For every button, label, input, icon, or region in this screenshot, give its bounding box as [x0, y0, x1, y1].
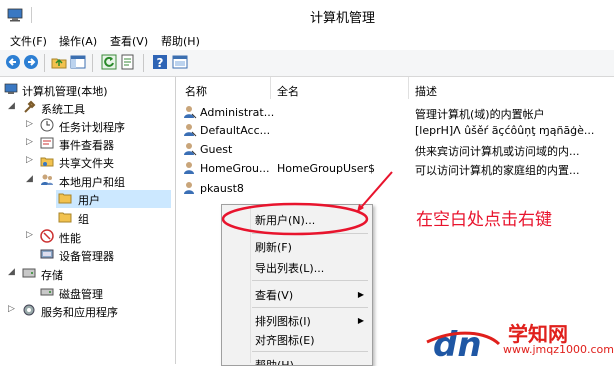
users-group-icon — [41, 174, 53, 185]
collapsed-arrow-icon[interactable]: ▷ — [26, 155, 33, 165]
menu-bar: 文件(F) 操作(A) 查看(V) 帮助(H) — [0, 30, 614, 50]
tree-label: 设备管理器 — [59, 250, 114, 263]
menu-action[interactable]: 操作(A) — [59, 33, 97, 49]
user-name: HomeGrou... — [200, 162, 270, 175]
window-title: 计算机管理 — [310, 11, 376, 26]
user-description: 管理计算机(域)的内置帐户 — [415, 108, 545, 121]
tree-label: 本地用户和组 — [59, 176, 125, 189]
user-name: Administrat... — [200, 106, 275, 119]
user-icon — [184, 143, 197, 156]
tree-label: 组 — [78, 213, 89, 226]
tree-label: 用户 — [75, 192, 103, 208]
title-bar: 计算机管理 — [0, 0, 614, 30]
user-icon — [184, 182, 194, 194]
table-row[interactable]: HomeGrou... HomeGroupUser$ 可以访问计算机的家庭组的内… — [183, 160, 613, 178]
tree-label: 性能 — [59, 232, 81, 245]
menu-separator — [252, 233, 368, 234]
user-icon — [184, 106, 197, 119]
toolbar-separator — [44, 54, 45, 72]
disk-icon — [40, 288, 54, 296]
submenu-arrow-icon: ▶ — [357, 316, 364, 325]
column-header-description[interactable]: 描述 — [415, 83, 437, 99]
tree-label: 存储 — [41, 269, 63, 282]
tools-icon — [24, 100, 36, 113]
menu-item-arrange-icons[interactable]: 排列图标(I) — [255, 313, 311, 329]
user-name: pkaust8 — [200, 182, 244, 195]
help-icon[interactable]: ? — [152, 54, 168, 70]
tree-selection-highlight — [56, 190, 171, 208]
clock-icon — [40, 118, 54, 132]
tree-label: 事件查看器 — [59, 139, 114, 152]
collapsed-arrow-icon[interactable]: ▷ — [26, 119, 33, 129]
properties-icon[interactable] — [172, 54, 188, 70]
up-folder-icon[interactable] — [51, 54, 67, 70]
tree-label: 系统工具 — [41, 103, 85, 116]
device-manager-icon — [40, 249, 54, 259]
forward-icon[interactable] — [23, 54, 39, 70]
toolbar-separator — [92, 54, 93, 72]
menu-item-view[interactable]: 查看(V) — [255, 287, 293, 303]
user-description: [leprH]Λ ûšěŕ ãçćôûņţ ɱąñāģè... — [415, 124, 595, 137]
refresh-icon[interactable] — [101, 54, 117, 70]
collapsed-arrow-icon[interactable]: ▷ — [8, 304, 15, 314]
column-divider[interactable] — [270, 77, 271, 99]
menu-item-export-list[interactable]: 导出列表(L)... — [255, 260, 324, 276]
user-description: 可以访问计算机的家庭组的内置... — [415, 164, 580, 177]
table-row[interactable]: Administrat... 管理计算机(域)的内置帐户 — [183, 104, 613, 122]
shared-folder-icon — [40, 157, 54, 167]
menu-view[interactable]: 查看(V) — [110, 33, 148, 49]
tree-label: 任务计划程序 — [59, 121, 125, 134]
folder-icon — [58, 193, 72, 204]
user-name: Guest — [200, 143, 233, 156]
expanded-arrow-icon[interactable]: ◢ — [26, 174, 33, 184]
collapsed-arrow-icon[interactable]: ▷ — [26, 137, 33, 147]
user-name: DefaultAcc... — [200, 124, 271, 137]
user-icon — [184, 162, 194, 174]
tree-label: 共享文件夹 — [59, 157, 114, 170]
user-icon — [184, 124, 197, 137]
event-viewer-icon — [40, 137, 54, 149]
tree-label: 磁盘管理 — [59, 288, 103, 301]
toolbar: ? — [0, 50, 614, 77]
expanded-arrow-icon[interactable]: ◢ — [8, 267, 15, 277]
expanded-arrow-icon[interactable]: ◢ — [8, 101, 15, 111]
computer-management-icon — [4, 83, 18, 94]
menu-separator — [252, 280, 368, 281]
menu-gutter — [250, 207, 251, 363]
tree-label: 计算机管理(本地) — [22, 85, 108, 98]
back-icon[interactable] — [5, 54, 21, 70]
table-row[interactable]: DefaultAcc... [leprH]Λ ûšěŕ ãçćôûņţ ɱąñā… — [183, 122, 613, 140]
column-header-fullname[interactable]: 全名 — [277, 83, 299, 99]
show-hide-tree-icon[interactable] — [70, 54, 86, 70]
table-row[interactable]: pkaust8 — [183, 180, 613, 198]
collapsed-arrow-icon[interactable]: ▷ — [26, 230, 33, 240]
annotation-text: 在空白处点击右键 — [416, 210, 552, 230]
services-icon — [23, 304, 35, 316]
menu-file[interactable]: 文件(F) — [10, 33, 47, 49]
column-divider[interactable] — [408, 77, 409, 99]
submenu-arrow-icon: ▶ — [357, 290, 364, 299]
svg-text:?: ? — [157, 56, 164, 70]
context-menu: 新用户(N)... 刷新(F) 导出列表(L)... 查看(V) ▶ 排列图标(… — [221, 204, 373, 366]
performance-icon — [40, 229, 54, 243]
watermark-url: www.jmqz1000.com — [503, 343, 614, 356]
export-list-icon[interactable] — [120, 54, 136, 70]
menu-item-refresh[interactable]: 刷新(F) — [255, 239, 292, 255]
menu-help[interactable]: 帮助(H) — [161, 33, 200, 49]
folder-icon — [58, 212, 72, 223]
storage-icon — [22, 268, 36, 278]
menu-item-new-user[interactable]: 新用户(N)... — [255, 212, 315, 228]
user-fullname: HomeGroupUser$ — [277, 162, 376, 175]
column-header-name[interactable]: 名称 — [185, 83, 207, 99]
menu-item-line-up-icons[interactable]: 对齐图标(E) — [255, 332, 315, 348]
tree-label: 服务和应用程序 — [41, 306, 118, 319]
toolbar-separator — [143, 54, 144, 72]
svg-text:dn: dn — [433, 325, 482, 364]
menu-separator — [252, 351, 368, 352]
menu-separator — [252, 307, 368, 308]
user-description: 供来宾访问计算机或访问域的内... — [415, 145, 580, 158]
table-row[interactable]: Guest 供来宾访问计算机或访问域的内... — [183, 141, 613, 159]
